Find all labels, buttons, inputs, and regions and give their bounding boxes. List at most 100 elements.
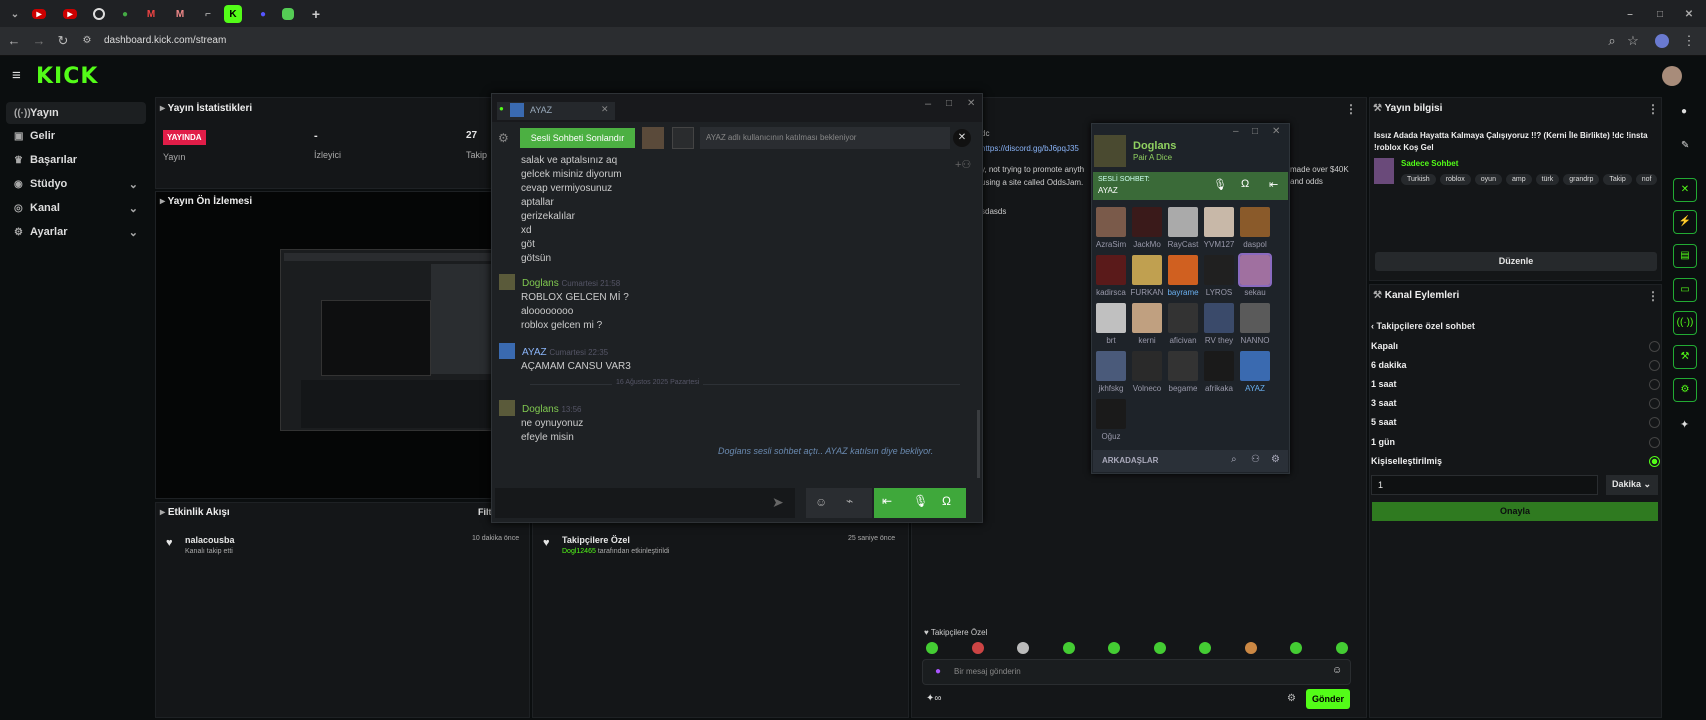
minimize-icon[interactable]: – xyxy=(1233,126,1239,137)
edit-button[interactable]: Düzenle xyxy=(1375,252,1657,271)
zoom-icon[interactable]: ⌕ xyxy=(1604,33,1620,49)
microphone-icon[interactable]: 🎙 xyxy=(1213,178,1227,191)
hamburger-icon[interactable]: ≡ xyxy=(12,67,21,84)
friend-avatar[interactable] xyxy=(1096,255,1126,285)
tab-icon[interactable]: ⌐ xyxy=(199,5,217,23)
friend-avatar[interactable] xyxy=(1096,399,1126,429)
friend-avatar[interactable] xyxy=(1204,255,1234,285)
radio-kapali[interactable] xyxy=(1649,341,1660,352)
sidebar-item-yayin[interactable]: ((·)) Yayın xyxy=(6,102,146,124)
rail-button[interactable]: ⚙ xyxy=(1673,378,1697,402)
microphone-icon[interactable]: 🎙 xyxy=(913,494,928,508)
friend-avatar[interactable] xyxy=(1168,303,1198,333)
friend-avatar[interactable] xyxy=(1204,351,1234,381)
user-avatar[interactable] xyxy=(1662,66,1682,86)
emote[interactable] xyxy=(926,642,938,654)
tab-icon[interactable] xyxy=(93,8,105,20)
forward-icon[interactable]: → xyxy=(31,33,47,49)
sidebar-item-studyo[interactable]: ◉ Stüdyo ⌄ xyxy=(6,173,146,195)
friend-avatar[interactable] xyxy=(1132,303,1162,333)
friend-avatar[interactable] xyxy=(1168,255,1198,285)
gmail-tab-icon[interactable]: M xyxy=(142,5,160,23)
gear-icon[interactable]: ⚙ xyxy=(498,131,509,145)
chat-link[interactable]: https://discord.gg/bJ6pqJ35 xyxy=(981,144,1079,153)
unit-select[interactable]: Dakika ⌄ xyxy=(1606,475,1658,495)
minimize-icon[interactable]: – xyxy=(1621,5,1639,23)
chat-tab[interactable]: ● AYAZ ✕ xyxy=(497,102,615,120)
tab-icon[interactable] xyxy=(282,8,294,20)
profile-avatar[interactable] xyxy=(1094,135,1126,167)
minimize-icon[interactable]: – xyxy=(925,98,931,110)
youtube-tab-icon[interactable]: ▸ xyxy=(63,9,77,20)
emote[interactable] xyxy=(1154,642,1166,654)
kick-tab-icon[interactable]: K xyxy=(224,5,242,23)
emote[interactable] xyxy=(1199,642,1211,654)
friend-avatar[interactable] xyxy=(1204,303,1234,333)
sidebar-item-gelir[interactable]: ▣ Gelir xyxy=(6,125,146,147)
rail-button[interactable]: ✕ xyxy=(1673,178,1697,202)
new-tab-icon[interactable]: + xyxy=(307,5,325,23)
emoji-icon[interactable]: ☺ xyxy=(1332,665,1342,676)
friend-avatar[interactable] xyxy=(1096,303,1126,333)
add-friend-icon[interactable]: +⚇ xyxy=(955,158,971,171)
duration-input[interactable]: 1 xyxy=(1371,475,1598,495)
close-icon[interactable]: ✕ xyxy=(1272,126,1280,137)
url-text[interactable]: dashboard.kick.com/stream xyxy=(104,35,226,46)
maximize-icon[interactable]: □ xyxy=(946,98,952,109)
attach-icon[interactable]: ⌁ xyxy=(846,494,853,508)
rail-button[interactable]: ⚒ xyxy=(1673,345,1697,369)
close-icon[interactable]: ✕ xyxy=(967,98,975,109)
tab-list-icon[interactable]: ⌄ xyxy=(6,5,24,23)
sidebar-item-basarilar[interactable]: ♛ Başarılar xyxy=(6,149,146,171)
radio-1-gun[interactable] xyxy=(1649,437,1660,448)
friend-avatar[interactable] xyxy=(1132,255,1162,285)
tab-icon[interactable]: ● xyxy=(254,5,272,23)
more-icon[interactable]: ⋮ xyxy=(1345,102,1357,116)
friend-avatar[interactable] xyxy=(1240,303,1270,333)
sidebar-item-kanal[interactable]: ◎ Kanal ⌄ xyxy=(6,197,146,219)
info-icon[interactable]: ● xyxy=(1681,106,1687,117)
send-icon[interactable]: ➤ xyxy=(772,494,784,511)
friend-avatar[interactable] xyxy=(1096,351,1126,381)
rail-button[interactable]: ▭ xyxy=(1673,278,1697,302)
filter-button[interactable]: Filt xyxy=(478,507,492,517)
message-input[interactable] xyxy=(495,488,795,518)
profile-name[interactable]: Doglans xyxy=(1133,140,1176,152)
headphones-icon[interactable]: Ω xyxy=(942,494,951,508)
friend-avatar[interactable] xyxy=(1132,351,1162,381)
emote[interactable] xyxy=(1108,642,1120,654)
headphones-icon[interactable]: Ω xyxy=(1241,178,1249,190)
more-icon[interactable]: ⋮ xyxy=(1647,289,1659,303)
rail-button[interactable]: ((·)) xyxy=(1673,311,1697,335)
friend-avatar[interactable] xyxy=(1240,351,1270,381)
friend-avatar[interactable] xyxy=(1238,253,1272,287)
back-icon[interactable]: ← xyxy=(6,33,22,49)
stream-preview-image[interactable] xyxy=(280,249,495,431)
points-icon[interactable]: ✦∞ xyxy=(926,693,942,704)
tab-icon[interactable]: ● xyxy=(116,5,134,23)
maximize-icon[interactable]: □ xyxy=(1252,126,1258,137)
radio-3-saat[interactable] xyxy=(1649,398,1660,409)
youtube-tab-icon[interactable]: ▸ xyxy=(32,9,46,20)
radio-6-dakika[interactable] xyxy=(1649,360,1660,371)
emote[interactable] xyxy=(972,642,984,654)
profile-avatar[interactable] xyxy=(1655,34,1669,48)
settings-icon[interactable]: ⚙ xyxy=(1271,454,1280,465)
friend-avatar[interactable] xyxy=(1132,207,1162,237)
leave-voice-icon[interactable]: ⇤ xyxy=(882,494,892,508)
chat-input[interactable]: ● Bir mesaj gönderin ☺ xyxy=(922,659,1351,685)
rail-button[interactable]: ▤ xyxy=(1673,244,1697,268)
radio-1-saat[interactable] xyxy=(1649,379,1660,390)
more-icon[interactable]: ⋮ xyxy=(1647,102,1659,116)
send-button[interactable]: Gönder xyxy=(1306,689,1350,709)
gmail-tab-icon[interactable]: M xyxy=(171,5,189,23)
maximize-icon[interactable]: □ xyxy=(1651,5,1669,23)
confirm-button[interactable]: Onayla xyxy=(1372,502,1658,521)
friend-avatar[interactable] xyxy=(1204,207,1234,237)
sidebar-item-ayarlar[interactable]: ⚙ Ayarlar ⌄ xyxy=(6,221,146,243)
activity-user[interactable]: nalacousba xyxy=(185,535,235,545)
kick-logo[interactable]: KICK xyxy=(36,64,98,89)
search-icon[interactable]: ⌕ xyxy=(1231,454,1237,465)
end-voice-button[interactable]: Sesli Sohbeti Sonlandır xyxy=(520,128,635,148)
close-voice-icon[interactable]: ✕ xyxy=(953,129,971,147)
